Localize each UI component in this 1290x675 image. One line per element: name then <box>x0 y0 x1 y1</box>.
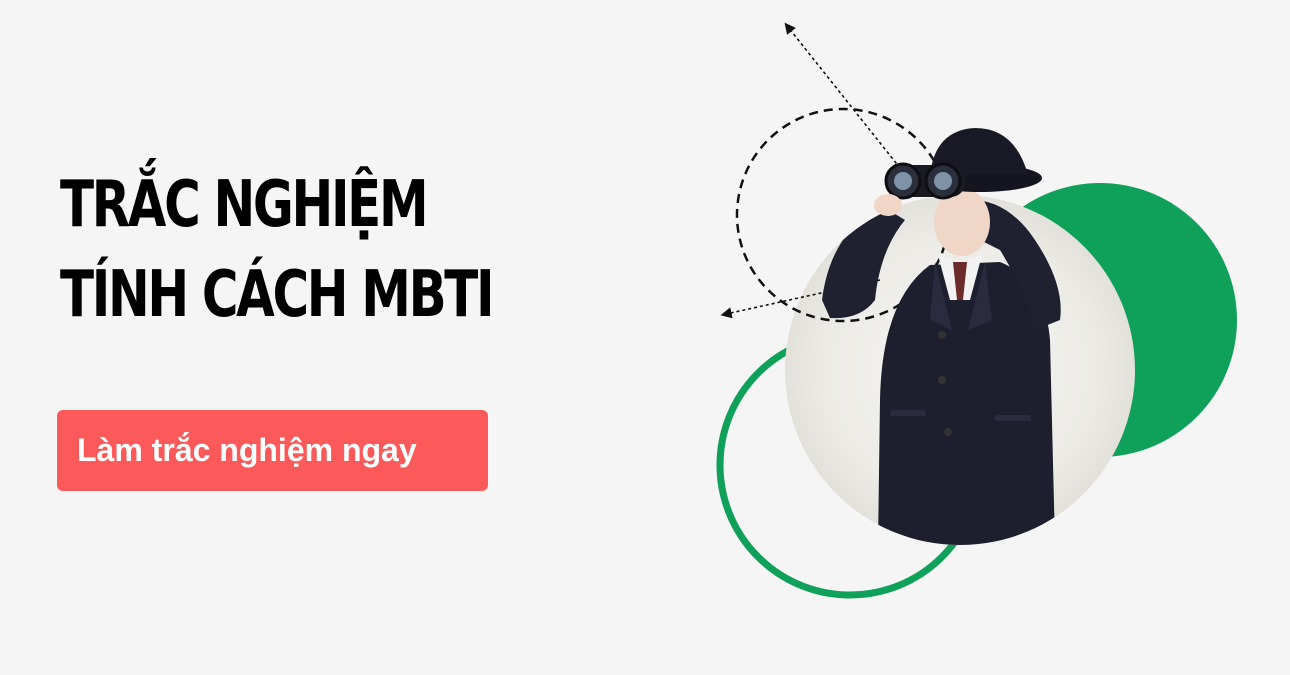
title-line-2: TÍNH CÁCH MBTI <box>60 258 495 332</box>
green-filled-circle <box>963 183 1237 457</box>
photo-background <box>785 195 1135 545</box>
page-title: TRẮC NGHIỆM TÍNH CÁCH MBTI <box>60 160 495 340</box>
title-line-1: TRẮC NGHIỆM <box>60 168 429 242</box>
green-ring <box>716 331 984 599</box>
dotted-arrow-up <box>784 22 901 169</box>
mbti-banner: TRẮC NGHIỆM TÍNH CÁCH MBTI Làm trắc nghi… <box>0 0 1290 675</box>
dotted-arrow-left <box>720 279 881 319</box>
person <box>822 199 1061 545</box>
dashed-circle <box>735 107 951 323</box>
take-test-button[interactable]: Làm trắc nghiệm ngay <box>57 410 488 491</box>
head-and-hat <box>874 128 1042 256</box>
